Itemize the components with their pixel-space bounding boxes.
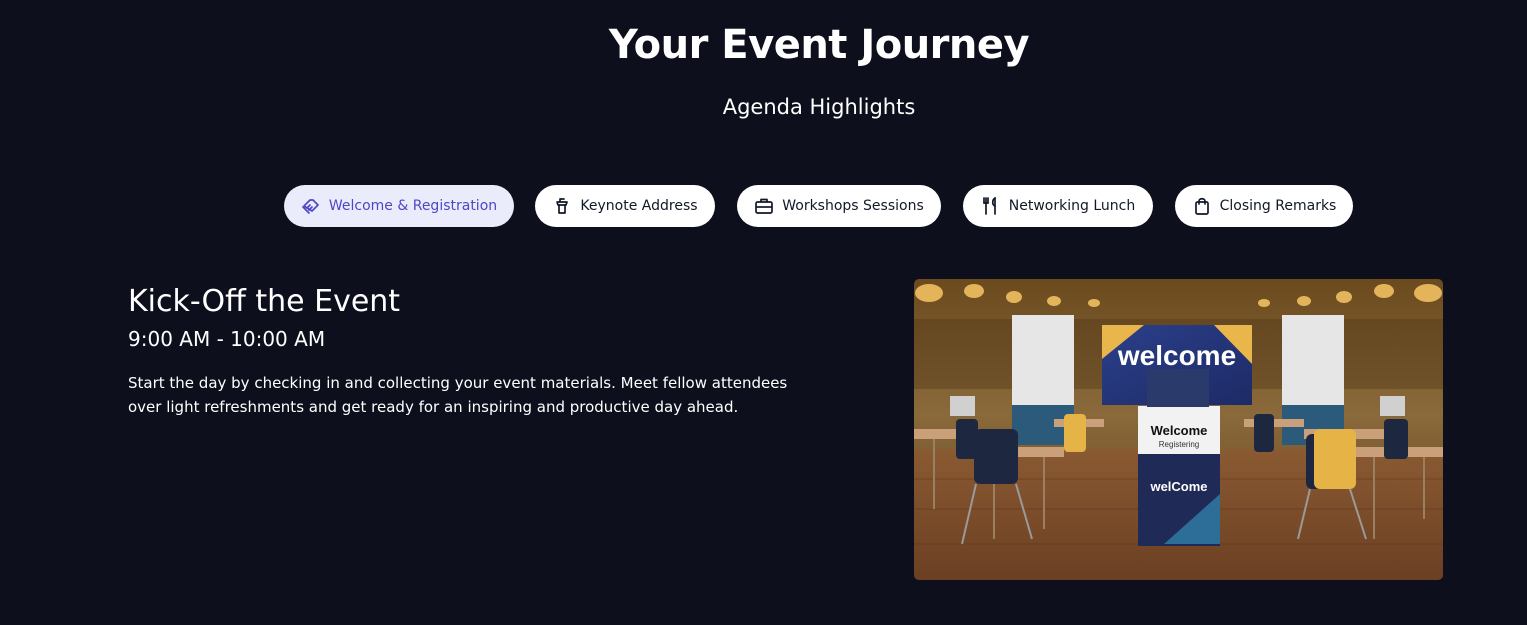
shopping-bag-icon (1192, 196, 1212, 216)
session-title: Kick-Off the Event (128, 284, 401, 319)
tab-label: Networking Lunch (1008, 198, 1136, 214)
utensils-icon (981, 196, 1001, 216)
page-subtitle: Agenda Highlights (722, 95, 916, 119)
podium-subtitle: Registering (1159, 440, 1199, 449)
banner-text: welcome (1117, 340, 1236, 371)
briefcase-icon (754, 196, 774, 216)
tab-keynote-address[interactable]: Keynote Address (535, 185, 715, 227)
podium-title: Welcome (1151, 423, 1208, 438)
podium-lower-text: welCome (1149, 479, 1207, 494)
page-title: Your Event Journey (608, 22, 1030, 68)
tab-label: Keynote Address (580, 198, 698, 214)
event-venue-image: welcome Welcome Registering welCome (914, 279, 1443, 580)
tab-label: Workshops Sessions (782, 198, 924, 214)
session-description: Start the day by checking in and collect… (128, 374, 788, 416)
session-time: 9:00 AM - 10:00 AM (128, 327, 326, 351)
tab-welcome-registration[interactable]: Welcome & Registration (284, 185, 514, 227)
handshake-icon (301, 196, 321, 216)
tab-networking-lunch[interactable]: Networking Lunch (963, 185, 1153, 227)
tab-workshops-sessions[interactable]: Workshops Sessions (737, 185, 941, 227)
tab-label: Closing Remarks (1219, 198, 1337, 214)
tab-closing-remarks[interactable]: Closing Remarks (1175, 185, 1353, 227)
tab-label: Welcome & Registration (328, 198, 498, 214)
podium-icon (552, 196, 572, 216)
